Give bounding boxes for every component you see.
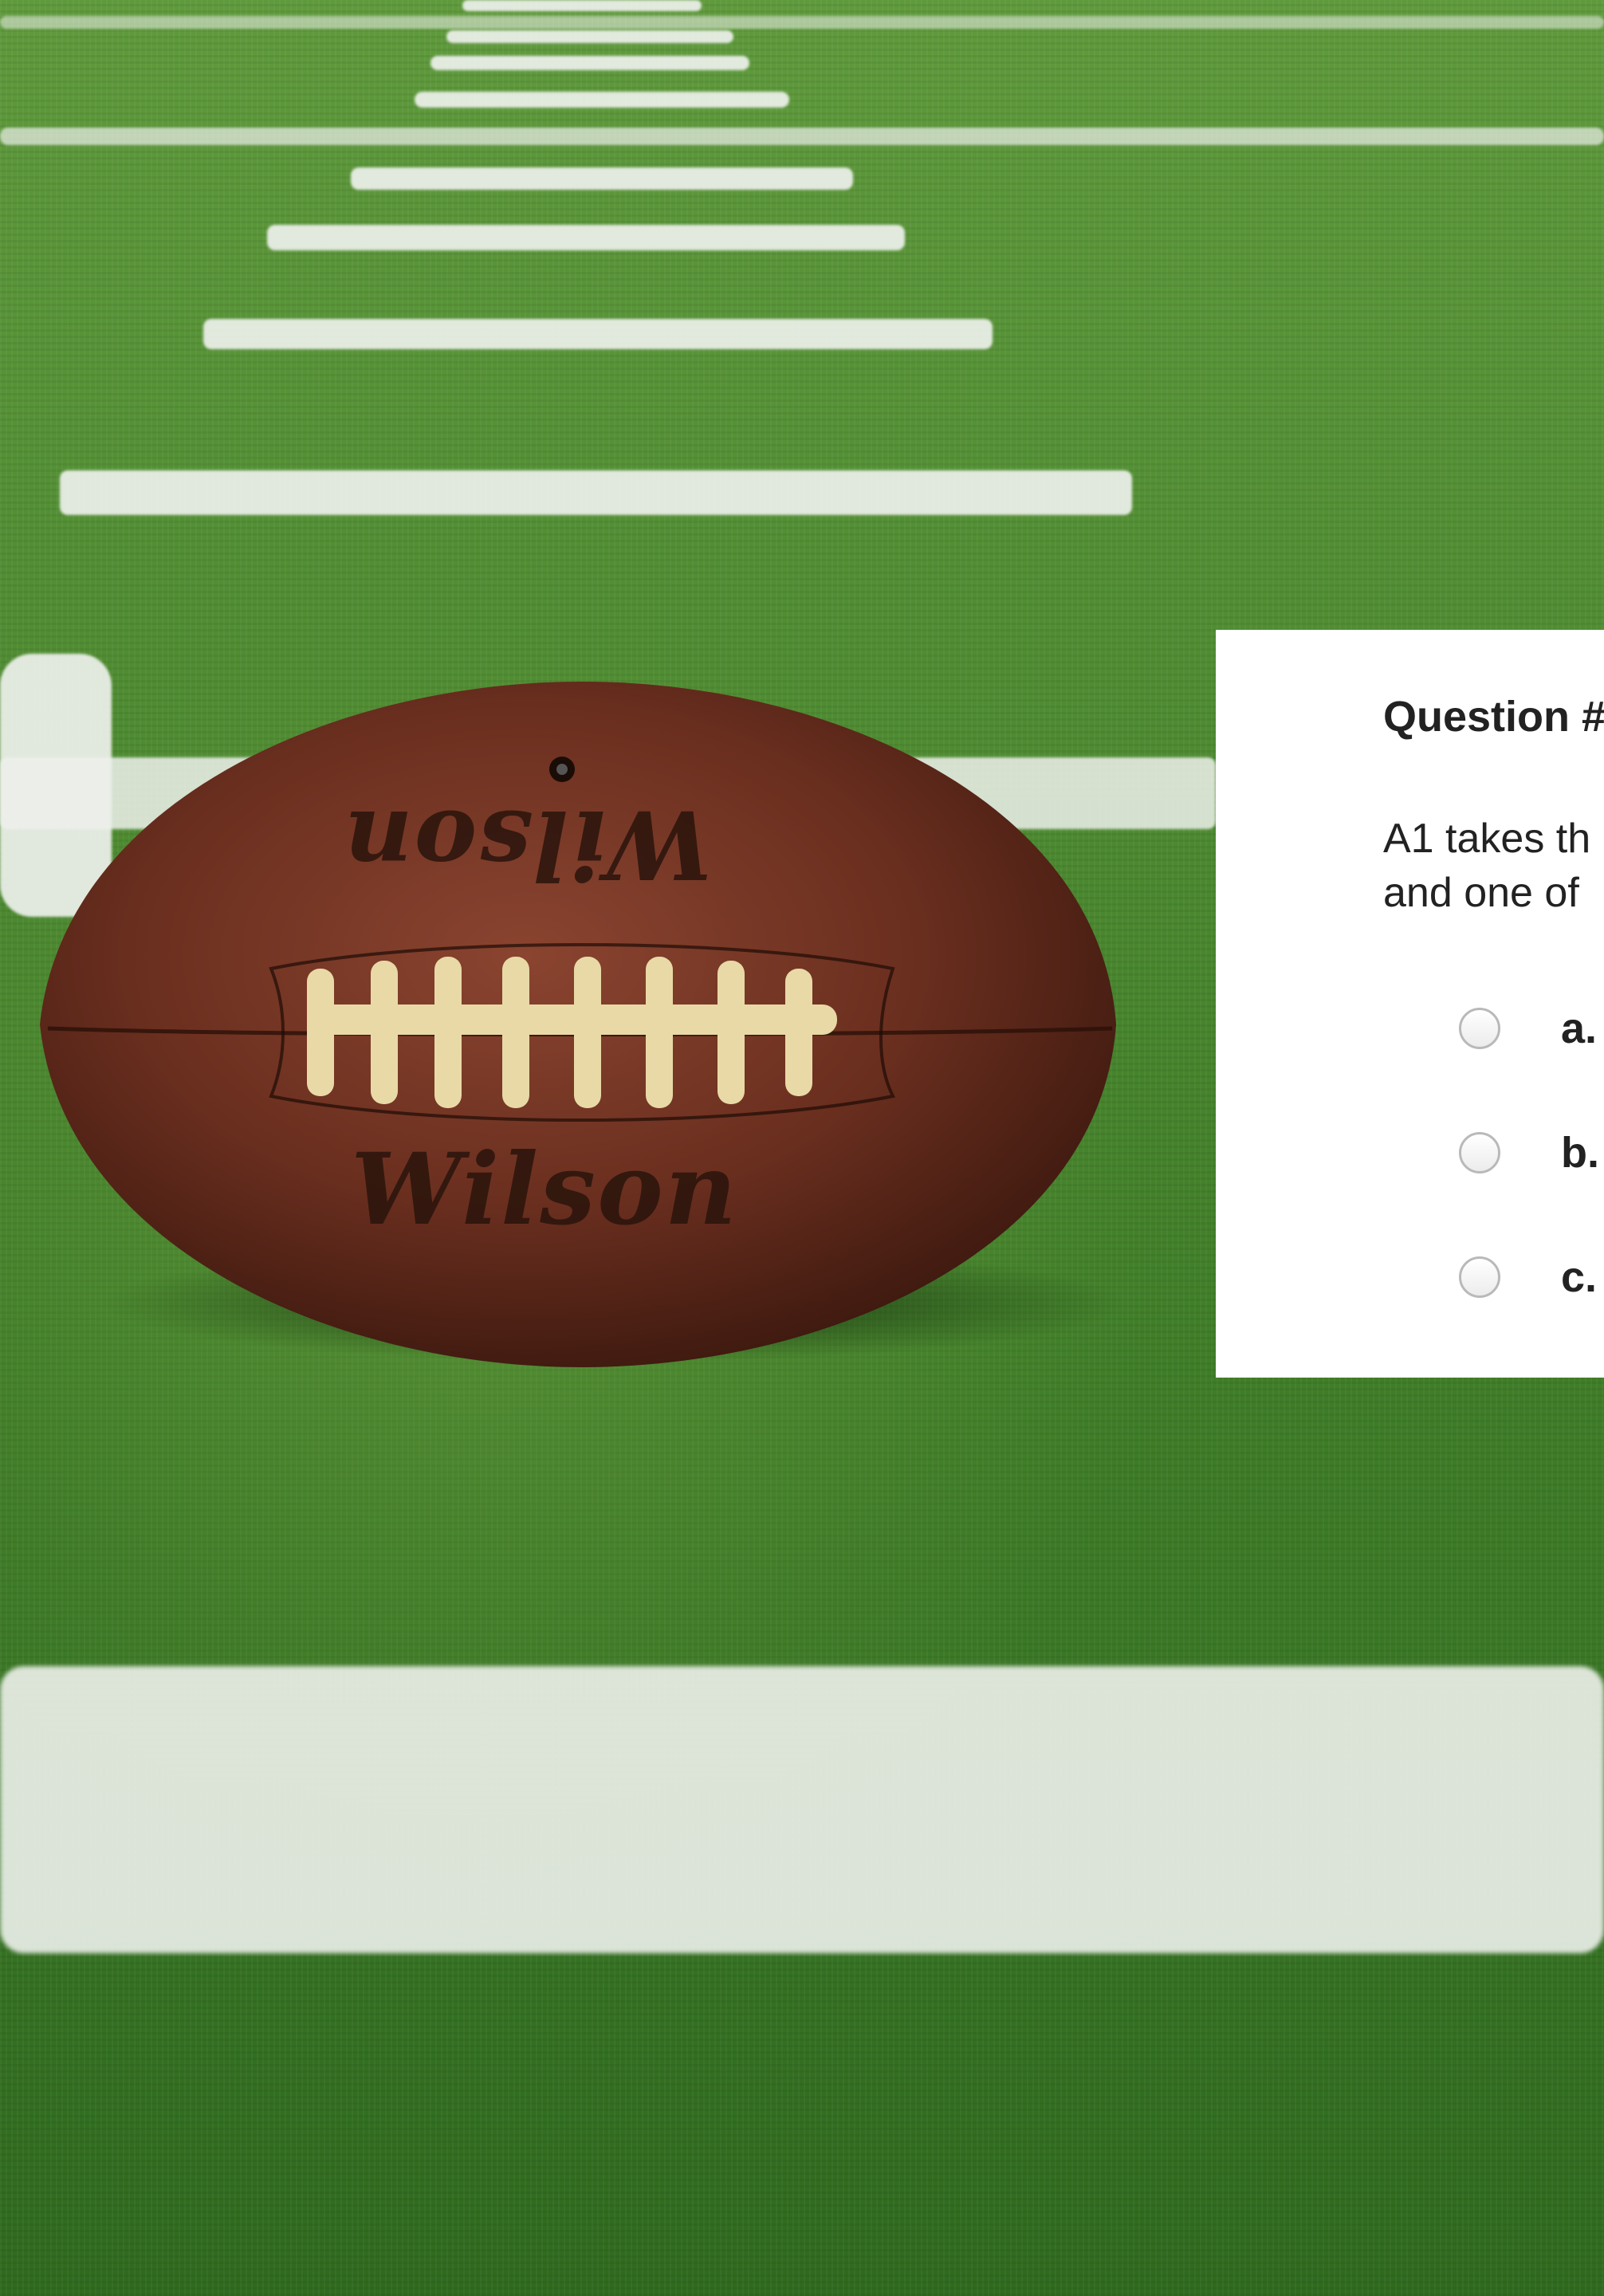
hash-mark — [462, 0, 702, 11]
yard-line — [0, 128, 1604, 145]
hash-mark — [446, 30, 733, 43]
answer-option-label: c. — [1561, 1253, 1598, 1301]
hash-mark — [267, 225, 905, 250]
question-text: A1 takes th and one of — [1383, 812, 1604, 920]
hash-mark — [430, 56, 749, 70]
question-text-line: and one of — [1383, 870, 1579, 916]
hash-mark — [60, 470, 1132, 515]
answer-option-b[interactable]: b. — [1459, 1121, 1599, 1185]
answer-option-c[interactable]: c. — [1459, 1245, 1597, 1309]
question-title: Question # — [1383, 693, 1604, 741]
question-text-line: A1 takes th — [1383, 816, 1591, 862]
answer-option-a[interactable]: a. — [1459, 997, 1597, 1060]
football-image — [40, 682, 1116, 1367]
radio-button-b[interactable] — [1459, 1132, 1500, 1174]
hash-mark — [415, 92, 789, 108]
football-brand-top: Wilson — [343, 789, 713, 900]
radio-button-c[interactable] — [1459, 1256, 1500, 1298]
yard-line — [0, 16, 1604, 29]
answer-option-label: b. — [1561, 1129, 1599, 1177]
quiz-panel: Question # A1 takes th and one of a. b. … — [1216, 630, 1604, 1378]
radio-button-a[interactable] — [1459, 1008, 1500, 1049]
football-brand-bottom: Wilson — [351, 1132, 738, 1248]
hash-mark — [351, 167, 853, 190]
hash-mark — [203, 319, 993, 349]
answer-option-label: a. — [1561, 1005, 1598, 1052]
yard-line — [0, 1666, 1604, 1953]
